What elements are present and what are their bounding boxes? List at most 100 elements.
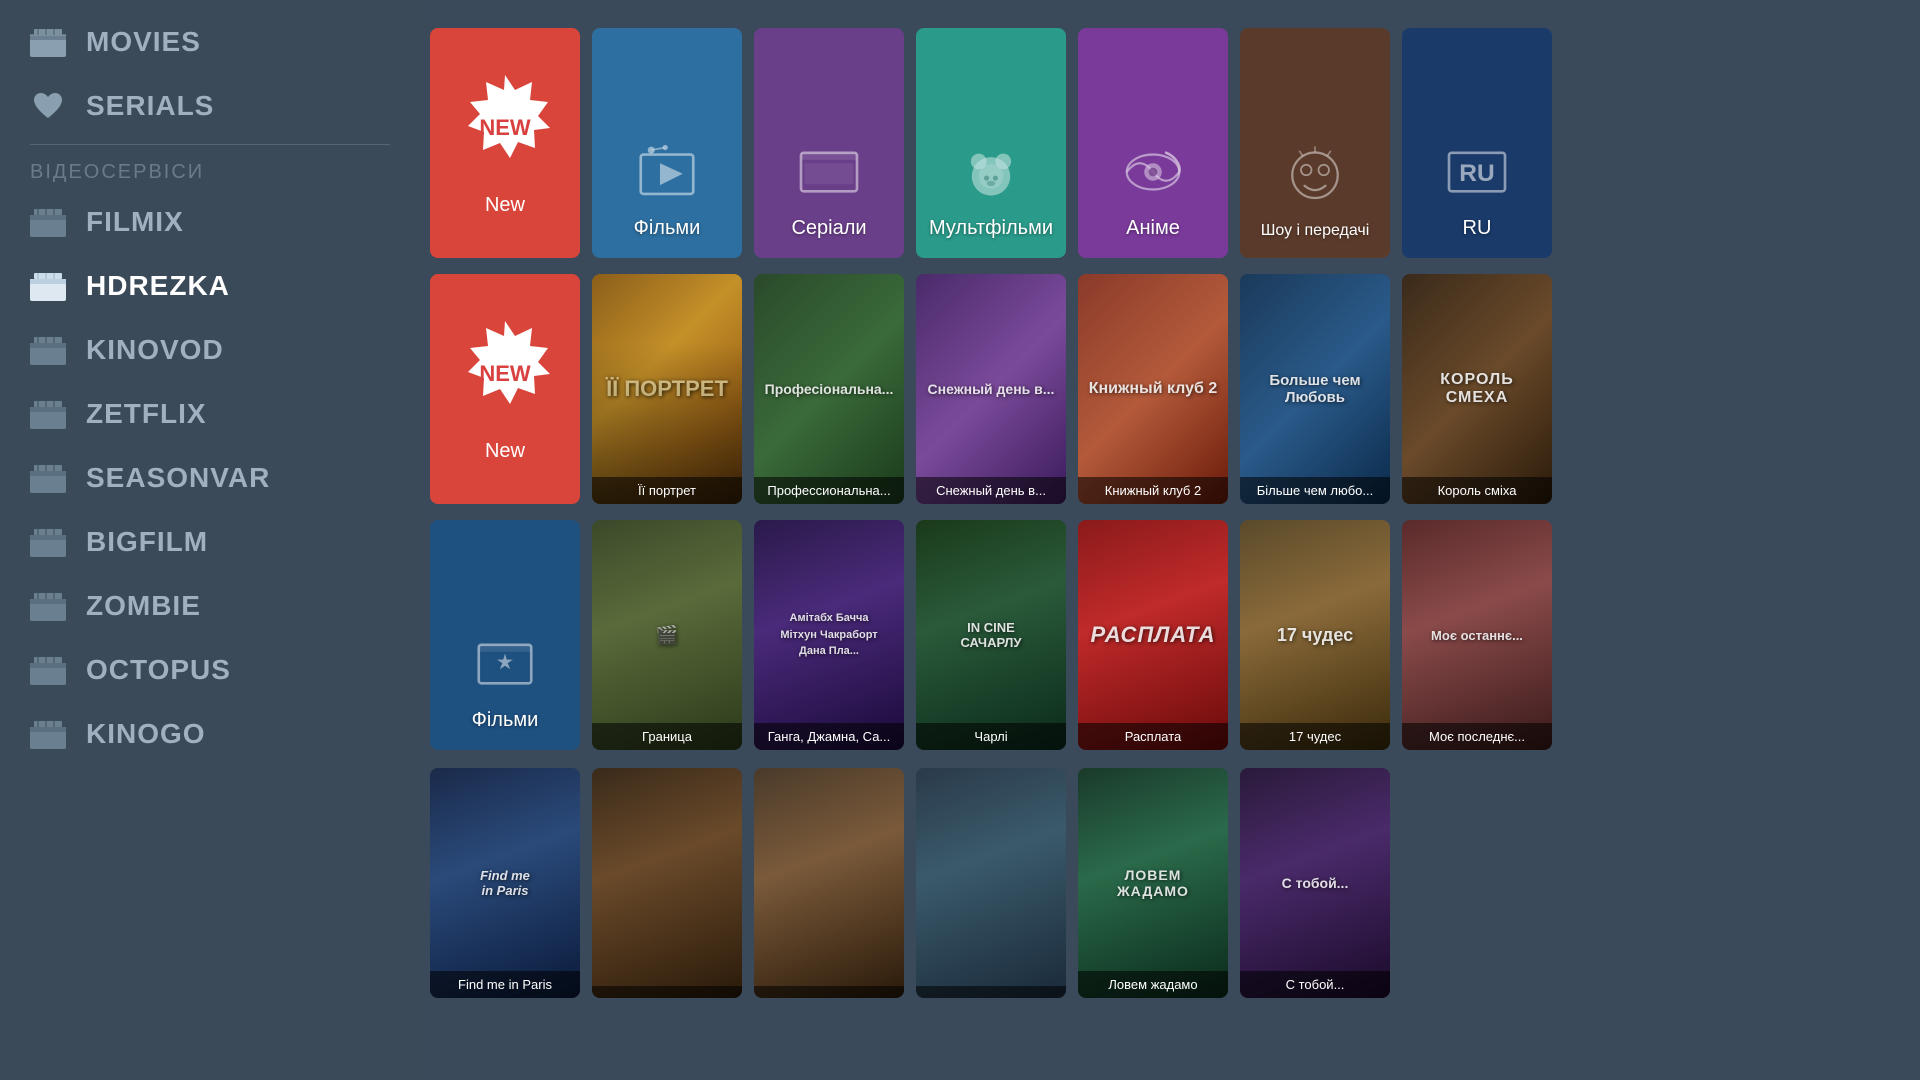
- filmy-movies-row: Фільми 🎬 Граница Амітабх БаччаМітхун Чак…: [430, 520, 1896, 750]
- movie-tile-rasplata[interactable]: РАСПЛАТА Расплата: [1078, 520, 1228, 750]
- sidebar-label-hdrezka: HDREZKA: [86, 270, 230, 302]
- sidebar-label-movies: MOVIES: [86, 26, 201, 58]
- movie-tile-prof[interactable]: Професіональна... Профессиональна...: [754, 274, 904, 504]
- movie-tile-ganga[interactable]: Амітабх БаччаМітхун ЧакрабортДана Пла...…: [754, 520, 904, 750]
- new-tile-row2[interactable]: NEW New: [430, 274, 580, 504]
- movie-tile-knizh[interactable]: Книжный клуб 2 Книжный клуб 2: [1078, 274, 1228, 504]
- sidebar-item-hdrezka[interactable]: HDREZKA: [0, 254, 420, 318]
- movie-text-17chudes: 17 чудес: [1269, 617, 1361, 654]
- movie-title-ganga: Ганга, Джамна, Са...: [754, 723, 904, 750]
- clapper-icon-filmix: [30, 204, 66, 240]
- movie-title-bolshe: Більше чем любо...: [1240, 477, 1390, 504]
- clapper-icon-kinovod: [30, 332, 66, 368]
- movie-title-findme: Find me in Paris: [430, 971, 580, 998]
- movie-text-prof: Професіональна...: [757, 373, 902, 405]
- show-icon: [1280, 142, 1350, 212]
- movie-tile-charli[interactable]: IN CINEСАЧАРЛУ Чарлі: [916, 520, 1066, 750]
- movie-text-snezh: Снежный день в...: [920, 373, 1063, 405]
- movie-text-lovem: ЛОВЕМЖАДАМО: [1109, 859, 1197, 907]
- movie-title-stoboy: С тобой...: [1240, 971, 1390, 998]
- movie-tile-bolshe[interactable]: Больше чем Любовь Більше чем любо...: [1240, 274, 1390, 504]
- sidebar-item-octopus[interactable]: OCTOPUS: [0, 638, 420, 702]
- cat-label-ru: RU: [1463, 217, 1492, 240]
- cat-label-filmy: Фільми: [634, 217, 701, 240]
- movie-tile-granitsa[interactable]: 🎬 Граница: [592, 520, 742, 750]
- movie-tile-r4m4[interactable]: [916, 768, 1066, 998]
- movie-text-ganga: Амітабх БаччаМітхун ЧакрабортДана Пла...: [772, 602, 885, 668]
- sidebar-item-seasonvar[interactable]: SEASONVAR: [0, 446, 420, 510]
- movie-text-rasplata: РАСПЛАТА: [1082, 614, 1223, 656]
- sidebar-label-octopus: OCTOPUS: [86, 654, 231, 686]
- sidebar-item-kinogo[interactable]: KINOGO: [0, 702, 420, 766]
- movie-title-charli: Чарлі: [916, 723, 1066, 750]
- new-badge-row2: NEW: [450, 316, 560, 426]
- sidebar-item-kinovod[interactable]: KINOVOD: [0, 318, 420, 382]
- heart-icon: [30, 88, 66, 124]
- sidebar: MOVIES SERIALS ВІДЕОСЕРВІСИ FILMIX: [0, 0, 420, 1080]
- svg-text:NEW: NEW: [479, 115, 531, 140]
- sidebar-section-videosvc: ВІДЕОСЕРВІСИ: [0, 151, 420, 190]
- sidebar-item-movies[interactable]: MOVIES: [0, 10, 420, 74]
- cat-tile-show[interactable]: Шоу і передачі: [1240, 28, 1390, 258]
- clapper-icon: [30, 24, 66, 60]
- sidebar-item-serials[interactable]: SERIALS: [0, 74, 420, 138]
- new-category-tile[interactable]: NEW New: [430, 28, 580, 258]
- movie-text-moe: Моє останнє...: [1423, 620, 1531, 651]
- movie-tile-eeportret[interactable]: ЇЇ ПОРТРЕТ Її портрет: [592, 274, 742, 504]
- movie-tile-r4m3[interactable]: [754, 768, 904, 998]
- movie-tile-findme[interactable]: Find mein Paris Find me in Paris: [430, 768, 580, 998]
- film-icon-serials: [794, 137, 864, 207]
- movie-title-rasplata: Расплата: [1078, 723, 1228, 750]
- new-label-row2: New: [485, 440, 525, 463]
- cat-label-anime: Аніме: [1126, 217, 1180, 240]
- movie-text-charli: IN CINEСАЧАРЛУ: [952, 612, 1029, 658]
- movie-text-korol: КОРОЛЬ СМЕХА: [1402, 363, 1552, 415]
- bottom-movies-row: Find mein Paris Find me in Paris ЛОВЕМ: [430, 768, 1896, 998]
- sidebar-label-zetflix: ZETFLIX: [86, 398, 207, 430]
- bear-icon: [956, 137, 1026, 207]
- cat-label-filmy-row3: Фільми: [472, 709, 539, 732]
- movie-tile-stoboy[interactable]: С тобой... С тобой...: [1240, 768, 1390, 998]
- movie-title-moe: Моє последнє...: [1402, 723, 1552, 750]
- movie-text-stoboy: С тобой...: [1274, 867, 1357, 899]
- movie-title-snezh: Снежный день в...: [916, 477, 1066, 504]
- new-badge: NEW: [450, 70, 560, 180]
- cat-tile-anime[interactable]: Аніме: [1078, 28, 1228, 258]
- clapper-icon-hdrezka: [30, 268, 66, 304]
- cat-tile-ru[interactable]: RU RU: [1402, 28, 1552, 258]
- sidebar-item-filmix[interactable]: FILMIX: [0, 190, 420, 254]
- main-content: NEW New Фільми Серіали: [420, 0, 1920, 1080]
- movie-tile-snezh[interactable]: Снежный день в... Снежный день в...: [916, 274, 1066, 504]
- movie-title-eeportret: Її портрет: [592, 477, 742, 504]
- clapper-icon-octopus: [30, 652, 66, 688]
- clapper-icon-bigfilm: [30, 524, 66, 560]
- sidebar-item-zombie[interactable]: ZOMBIE: [0, 574, 420, 638]
- sidebar-label-seasonvar: SEASONVAR: [86, 462, 270, 494]
- movie-text-r4m3: [821, 875, 837, 891]
- movie-tile-lovem[interactable]: ЛОВЕМЖАДАМО Ловем жадамо: [1078, 768, 1228, 998]
- category-row: NEW New Фільми Серіали: [430, 28, 1896, 258]
- anime-icon: [1118, 137, 1188, 207]
- ru-icon: RU: [1442, 137, 1512, 207]
- cat-tile-filmy-row3[interactable]: Фільми: [430, 520, 580, 750]
- movie-tile-r4m2[interactable]: [592, 768, 742, 998]
- sidebar-label-bigfilm: BIGFILM: [86, 526, 208, 558]
- new-movies-row: NEW New ЇЇ ПОРТРЕТ Її портрет Професіона…: [430, 274, 1896, 504]
- cat-tile-filmy[interactable]: Фільми: [592, 28, 742, 258]
- sidebar-label-kinogo: KINOGO: [86, 718, 206, 750]
- clapper-icon-zetflix: [30, 396, 66, 432]
- movie-title-prof: Профессиональна...: [754, 477, 904, 504]
- movie-text-knizh: Книжный клуб 2: [1081, 372, 1226, 406]
- sidebar-label-zombie: ZOMBIE: [86, 590, 201, 622]
- movie-tile-korol[interactable]: КОРОЛЬ СМЕХА Король сміха: [1402, 274, 1552, 504]
- sidebar-item-bigfilm[interactable]: BIGFILM: [0, 510, 420, 574]
- sidebar-divider: [30, 144, 390, 145]
- movie-title-r4m3: [754, 986, 904, 998]
- cat-label-show: Шоу і передачі: [1261, 222, 1370, 240]
- cat-tile-serials[interactable]: Серіали: [754, 28, 904, 258]
- cat-tile-multfilmy[interactable]: Мультфільми: [916, 28, 1066, 258]
- movie-title-lovem: Ловем жадамо: [1078, 971, 1228, 998]
- sidebar-item-zetflix[interactable]: ZETFLIX: [0, 382, 420, 446]
- movie-tile-moe[interactable]: Моє останнє... Моє последнє...: [1402, 520, 1552, 750]
- movie-tile-17chudes[interactable]: 17 чудес 17 чудес: [1240, 520, 1390, 750]
